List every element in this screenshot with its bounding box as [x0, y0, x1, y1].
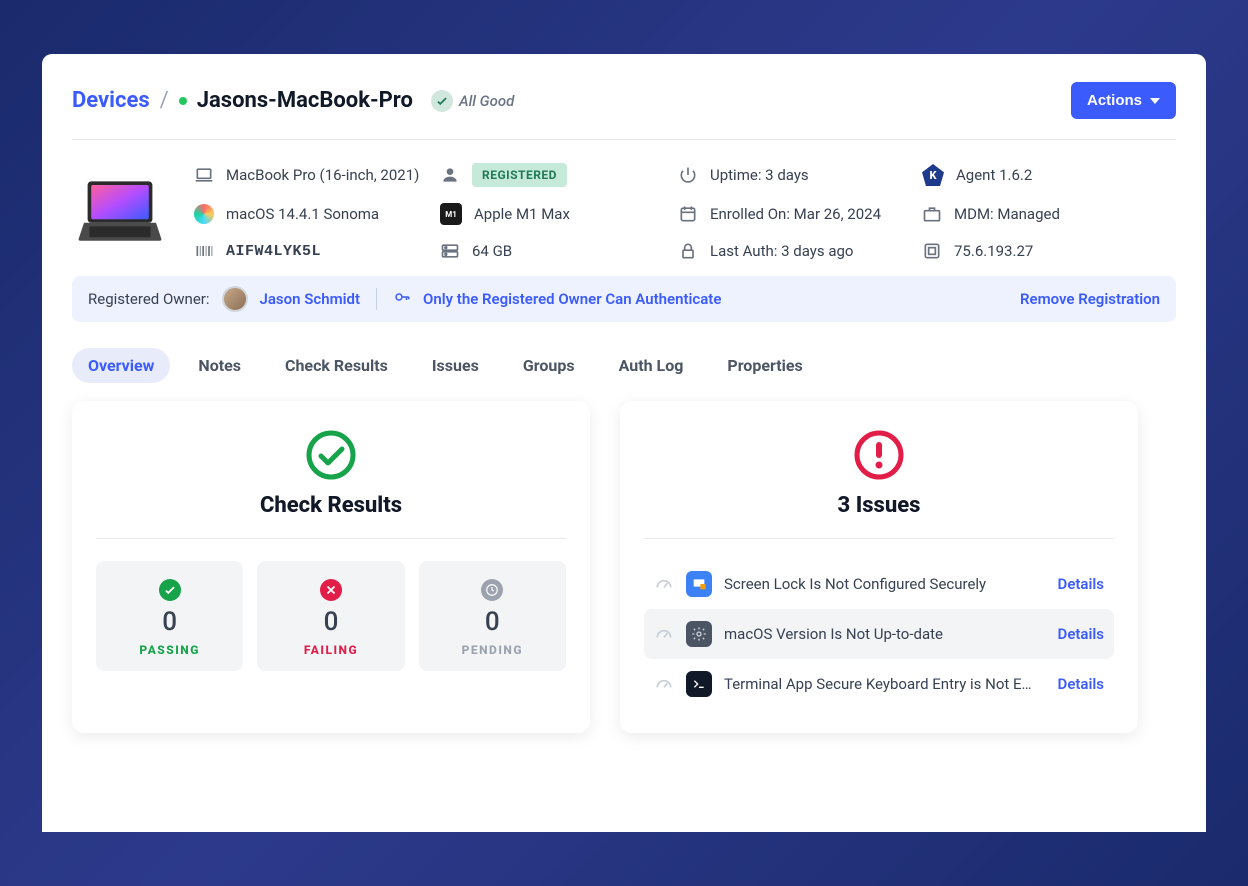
breadcrumb: Devices / Jasons-MacBook-Pro All Good	[72, 88, 514, 113]
barcode-icon	[194, 241, 214, 261]
meta-enrolled: Enrolled On: Mar 26, 2024	[678, 202, 914, 226]
calendar-icon	[678, 204, 698, 224]
os-icon	[194, 204, 214, 224]
lock-icon	[678, 241, 698, 261]
tab-overview[interactable]: Overview	[72, 348, 170, 383]
issue-details-link[interactable]: Details	[1058, 675, 1104, 693]
gauge-icon	[654, 624, 674, 644]
stat-passing[interactable]: 0 PASSING	[96, 561, 243, 671]
stat-failing[interactable]: 0 FAILING	[257, 561, 404, 671]
clock-icon	[481, 579, 503, 601]
remove-registration[interactable]: Remove Registration	[1020, 290, 1160, 308]
issues-card: 3 Issues Screen Lock Is Not Configured S…	[620, 401, 1138, 733]
status-dot-icon	[179, 97, 187, 105]
caret-down-icon	[1150, 98, 1160, 104]
owner-label: Registered Owner:	[88, 290, 210, 308]
tab-notes[interactable]: Notes	[182, 348, 257, 383]
check-circle-icon	[431, 90, 453, 112]
check-circle-large-icon	[305, 429, 357, 481]
agent-icon: K	[922, 164, 944, 186]
issue-title: macOS Version Is Not Up-to-date	[724, 625, 1046, 643]
meta-model: MacBook Pro (16-inch, 2021)	[194, 162, 432, 188]
tab-groups[interactable]: Groups	[507, 348, 591, 383]
device-image	[72, 162, 168, 262]
network-icon	[922, 241, 942, 261]
status-text: All Good	[459, 92, 514, 110]
gauge-icon	[654, 674, 674, 694]
check-results-card: Check Results 0 PASSING 0 FAILING 0 PEND…	[72, 401, 590, 733]
meta-mdm: MDM: Managed	[922, 202, 1122, 226]
x-icon	[320, 579, 342, 601]
auth-policy[interactable]: Only the Registered Owner Can Authentica…	[423, 290, 721, 308]
issue-row[interactable]: macOS Version Is Not Up-to-date Details	[644, 609, 1114, 659]
meta-os: macOS 14.4.1 Sonoma	[194, 202, 432, 226]
meta-storage: 64 GB	[440, 240, 670, 262]
issue-details-link[interactable]: Details	[1058, 575, 1104, 593]
storage-icon	[440, 241, 460, 261]
meta-last-auth: Last Auth: 3 days ago	[678, 240, 914, 262]
issues-title: 3 Issues	[838, 493, 921, 518]
status-chip: All Good	[431, 90, 514, 112]
breadcrumb-root[interactable]: Devices	[72, 88, 150, 113]
tab-check-results[interactable]: Check Results	[269, 348, 404, 383]
issue-title: Screen Lock Is Not Configured Securely	[724, 575, 1046, 593]
gauge-icon	[654, 574, 674, 594]
check-results-title: Check Results	[260, 493, 402, 518]
issue-row[interactable]: Screen Lock Is Not Configured Securely D…	[644, 559, 1114, 609]
meta-serial: AIFW4LYK5L	[194, 240, 432, 262]
meta-uptime: Uptime: 3 days	[678, 162, 914, 188]
actions-button[interactable]: Actions	[1071, 82, 1176, 119]
issue-row[interactable]: Terminal App Secure Keyboard Entry is No…	[644, 659, 1114, 709]
alert-circle-icon	[853, 429, 905, 481]
power-icon	[678, 165, 698, 185]
meta-chip: M1 Apple M1 Max	[440, 202, 670, 226]
tab-properties[interactable]: Properties	[711, 348, 818, 383]
tab-auth-log[interactable]: Auth Log	[603, 348, 700, 383]
avatar	[222, 286, 248, 312]
meta-agent: K Agent 1.6.2	[922, 162, 1122, 188]
check-icon	[159, 579, 181, 601]
gear-icon	[686, 621, 712, 647]
laptop-icon	[194, 165, 214, 185]
terminal-icon	[686, 671, 712, 697]
owner-name[interactable]: Jason Schmidt	[260, 290, 360, 308]
screen-lock-icon	[686, 571, 712, 597]
issue-title: Terminal App Secure Keyboard Entry is No…	[724, 675, 1046, 693]
briefcase-icon	[922, 204, 942, 224]
issue-details-link[interactable]: Details	[1058, 625, 1104, 643]
owner-bar: Registered Owner: Jason Schmidt Only the…	[72, 276, 1176, 322]
registered-badge: REGISTERED	[472, 163, 567, 187]
person-icon	[440, 165, 460, 185]
key-icon	[393, 288, 411, 310]
tab-issues[interactable]: Issues	[416, 348, 495, 383]
chip-icon: M1	[440, 203, 462, 225]
meta-ip: 75.6.193.27	[922, 240, 1122, 262]
breadcrumb-current: Jasons-MacBook-Pro	[197, 88, 413, 113]
tabs: Overview Notes Check Results Issues Grou…	[72, 322, 1176, 401]
breadcrumb-separator: /	[160, 88, 169, 113]
meta-registered: REGISTERED	[440, 162, 670, 188]
stat-pending[interactable]: 0 PENDING	[419, 561, 566, 671]
